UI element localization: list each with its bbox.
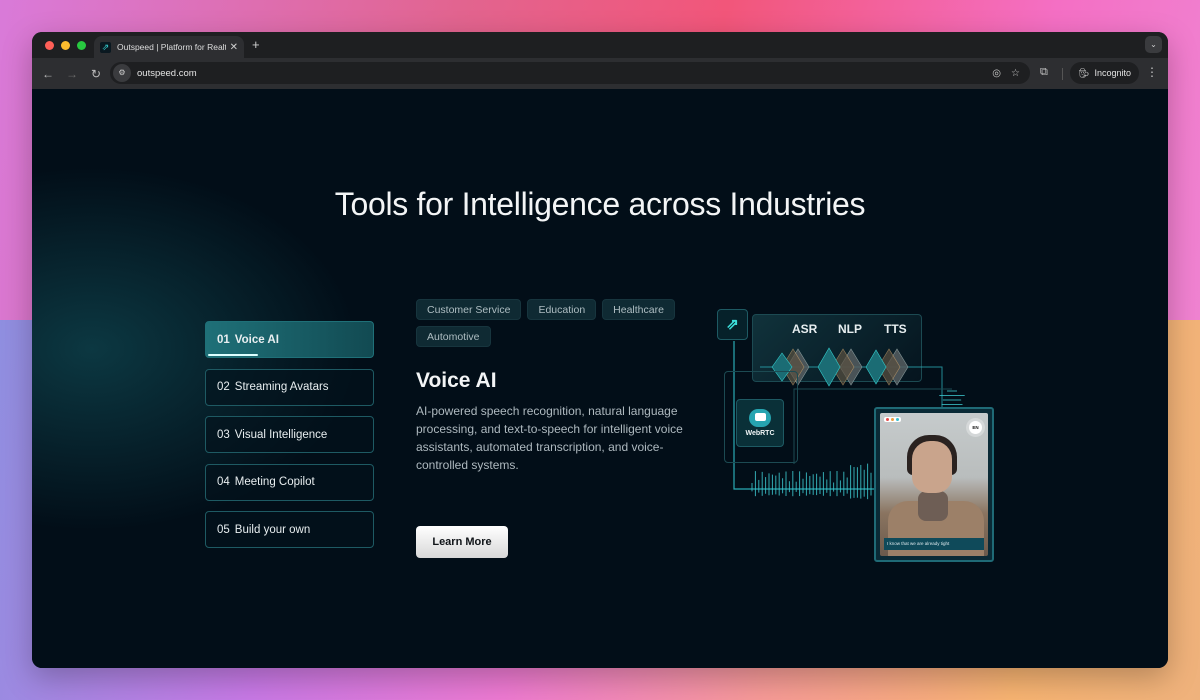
eye-off-icon[interactable]: ◎ [992,68,1001,79]
menu-item-number: 05 [217,523,230,536]
nlp-diamonds [817,347,863,387]
url-text[interactable]: outspeed.com [137,68,992,79]
video-feed: EN I know that we are already tight [880,413,988,556]
close-window-button[interactable] [45,41,54,50]
forward-arrow-icon[interactable]: → [60,67,84,81]
bookmark-star-icon[interactable]: ☆ [1011,68,1020,79]
menu-item-number: 04 [217,476,230,488]
menu-item-label: Visual Intelligence [234,428,328,441]
menu-item-label: Build your own [234,523,311,536]
address-bar[interactable]: ⚙ outspeed.com ◎ ☆ [110,62,1030,84]
person-head [912,441,952,493]
stage-label-asr: ASR [792,322,818,336]
voice-ai-illustration: ⇗ ASR NLP TTS WebRTC EN I know that we a… [712,299,1012,589]
active-item-progress-bar [208,354,259,356]
more-menu-icon[interactable]: ⋮ [1146,65,1158,79]
person-neck [918,491,948,521]
stage-label-tts: TTS [884,322,907,336]
tab-title: Outspeed | Platform for Realti [117,42,226,52]
window-dots-icon [884,417,901,422]
toolbar-divider [1062,68,1063,80]
webrtc-logo-icon [749,409,771,427]
webrtc-label: WebRTC [745,430,775,437]
menu-item-label: Voice AI [234,333,279,346]
stage-label-nlp: NLP [838,322,862,336]
reload-icon[interactable]: ↻ [84,67,108,81]
language-badge: EN [969,421,982,434]
incognito-label: Incognito [1094,68,1131,78]
chip-healthcare: Healthcare [602,299,675,320]
menu-item-streaming-avatars[interactable]: 02 Streaming Avatars [205,368,374,406]
maximize-window-button[interactable] [77,41,86,50]
video-call-card: EN I know that we are already tight [874,407,994,562]
browser-toolbar: ← → ↻ ⚙ outspeed.com ◎ ☆ ⧉ 🕵︎ Incognito … [32,58,1168,89]
page-content: Tools for Intelligence across Industries… [32,89,1168,668]
menu-item-label: Meeting Copilot [234,476,315,488]
menu-item-number: 03 [217,428,230,441]
section-description: AI-powered speech recognition, natural l… [416,404,683,472]
industry-menu: 01 Voice AI 02 Streaming Avatars 03 Visu… [205,321,374,559]
tab-search-chevron-icon[interactable]: ⌄ [1145,36,1162,53]
menu-item-meeting-copilot[interactable]: 04 Meeting Copilot [205,463,374,501]
menu-item-number: 01 [217,333,230,346]
window-controls [45,41,86,50]
browser-tab[interactable]: ⇗ Outspeed | Platform for Realti ✕ [94,36,244,58]
browser-window: ⇗ Outspeed | Platform for Realti ✕ + ⌄ ←… [32,32,1168,668]
menu-item-number: 02 [217,381,230,393]
menu-item-build-your-own[interactable]: 05 Build your own [205,511,374,548]
close-tab-icon[interactable]: ✕ [230,42,238,53]
tab-strip: ⇗ Outspeed | Platform for Realti ✕ + ⌄ [32,32,1168,58]
menu-item-label: Streaming Avatars [234,381,329,393]
tts-diamonds [865,348,909,386]
menu-item-voice-ai[interactable]: 01 Voice AI [205,321,374,358]
audio-waveform [751,463,872,500]
chip-education: Education [527,299,597,320]
chip-customer-service: Customer Service [416,299,522,320]
site-settings-icon[interactable]: ⚙ [113,64,131,82]
section-title: Voice AI [416,369,497,392]
incognito-icon: 🕵︎ [1078,67,1090,78]
menu-item-visual-intelligence[interactable]: 03 Visual Intelligence [205,416,374,453]
webrtc-node: WebRTC [736,399,784,447]
live-caption: I know that we are already tight [884,538,984,550]
back-arrow-icon[interactable]: ← [36,67,60,81]
incognito-badge[interactable]: 🕵︎ Incognito [1070,62,1139,84]
new-tab-icon[interactable]: + [252,37,260,52]
outspeed-logo-icon: ⇗ [717,309,748,340]
extensions-puzzle-icon[interactable]: ⧉ [1040,66,1048,79]
chip-automotive: Automotive [416,326,491,347]
page-title: Tools for Intelligence across Industries [334,186,866,222]
learn-more-button[interactable]: Learn More [416,526,508,558]
minimize-window-button[interactable] [61,41,70,50]
industry-chips: Customer Service Education Healthcare Au… [416,299,706,347]
outspeed-logo-icon: ⇗ [100,41,111,53]
